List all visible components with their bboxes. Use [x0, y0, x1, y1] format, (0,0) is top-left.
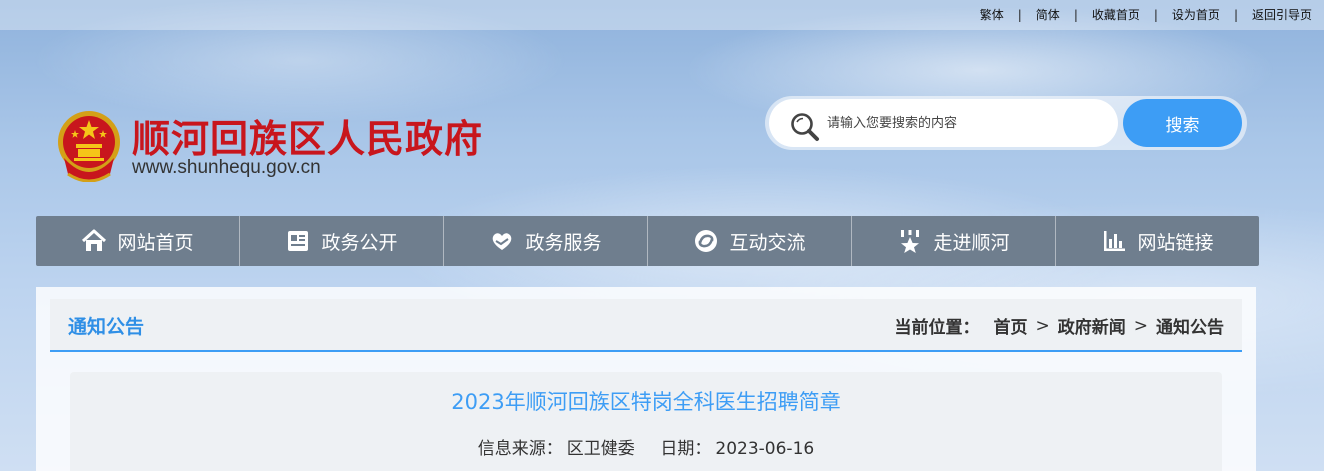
site-title[interactable]: 顺河回族区人民政府	[132, 108, 483, 163]
separator: |	[1017, 7, 1022, 22]
search-bar: 搜索	[765, 96, 1247, 150]
breadcrumb-arrow: >	[1133, 315, 1148, 336]
separator: |	[1153, 7, 1158, 22]
nav-item-services[interactable]: 政务服务	[444, 216, 648, 266]
simplified-chinese-link[interactable]: 简体	[1036, 6, 1060, 23]
nav-label: 走进顺河	[933, 231, 1010, 254]
nav-item-links[interactable]: 网站链接	[1056, 216, 1259, 266]
separator: |	[1233, 7, 1238, 22]
top-utility-bar: 繁体 | 简体 | 收藏首页 | 设为首页 | 返回引导页	[0, 0, 1324, 30]
nav-label: 政务服务	[525, 231, 602, 254]
search-button[interactable]: 搜索	[1123, 99, 1242, 147]
article-header: 2023年顺河回族区特岗全科医生招聘简章 信息来源： 区卫健委 日期： 2023-0…	[70, 372, 1222, 471]
breadcrumb-arrow: >	[1035, 315, 1050, 336]
article-meta: 信息来源： 区卫健委 日期： 2023-06-16	[70, 434, 1222, 459]
section-header: 通知公告 当前位置： 首页 > 政府新闻 > 通知公告	[50, 299, 1242, 352]
chat-swirl-icon	[695, 230, 718, 252]
back-to-guide-link[interactable]: 返回引导页	[1252, 6, 1312, 23]
heart-hand-icon	[493, 233, 512, 250]
separator: |	[1073, 7, 1078, 22]
content-panel: 通知公告 当前位置： 首页 > 政府新闻 > 通知公告 2023年顺河回族区特岗…	[36, 287, 1256, 471]
star-badge-icon	[901, 230, 920, 253]
top-links: 繁体 | 简体 | 收藏首页 | 设为首页 | 返回引导页	[980, 6, 1312, 23]
breadcrumb-home[interactable]: 首页	[994, 313, 1028, 338]
nav-label: 网站链接	[1137, 231, 1214, 254]
date-label: 日期：	[660, 439, 712, 459]
traditional-chinese-link[interactable]: 繁体	[980, 6, 1004, 23]
breadcrumb: 当前位置： 首页 > 政府新闻 > 通知公告	[894, 313, 1225, 339]
search-input[interactable]	[827, 109, 1107, 137]
nav-item-government-affairs[interactable]: 政务公开	[240, 216, 444, 266]
source-label: 信息来源：	[477, 439, 563, 459]
source-value: 区卫健委	[566, 439, 635, 459]
article-title: 2023年顺河回族区特岗全科医生招聘简章	[451, 390, 841, 414]
bookmark-link[interactable]: 收藏首页	[1092, 6, 1140, 23]
breadcrumb-gov-news[interactable]: 政府新闻	[1058, 313, 1126, 338]
national-emblem-icon[interactable]	[54, 108, 124, 182]
bar-chart-icon	[1104, 231, 1126, 251]
home-icon	[82, 229, 107, 251]
nav-label: 政务公开	[321, 231, 398, 254]
search-icon	[791, 113, 819, 141]
site-domain: www.shunhequ.gov.cn	[132, 157, 321, 178]
nav-item-interaction[interactable]: 互动交流	[648, 216, 852, 266]
search-field-container	[769, 99, 1118, 147]
nav-item-home[interactable]: 网站首页	[36, 216, 240, 266]
date-value: 2023-06-16	[715, 439, 815, 459]
set-homepage-link[interactable]: 设为首页	[1172, 6, 1220, 23]
nav-item-about-shunhe[interactable]: 走进顺河	[852, 216, 1056, 266]
document-icon	[288, 231, 309, 251]
section-title: 通知公告	[68, 316, 145, 338]
breadcrumb-notices[interactable]: 通知公告	[1156, 313, 1224, 338]
nav-label: 互动交流	[729, 231, 806, 254]
breadcrumb-label: 当前位置：	[894, 318, 980, 338]
nav-label: 网站首页	[117, 231, 194, 254]
main-nav: 网站首页 政务公开 政务服务 互动交流 走进顺河 网站链接	[36, 216, 1259, 266]
